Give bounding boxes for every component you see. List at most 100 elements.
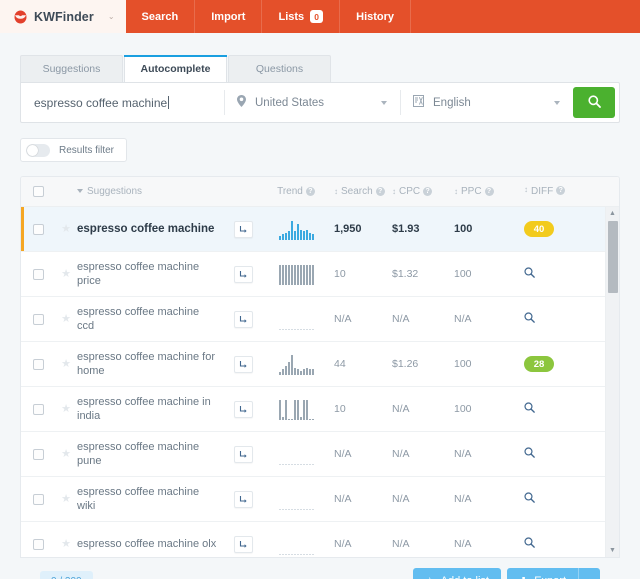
help-icon[interactable]: ?: [556, 186, 566, 195]
help-icon[interactable]: ?: [423, 186, 433, 196]
row-favorite-cell[interactable]: ★: [55, 448, 77, 460]
row-checkbox[interactable]: [32, 313, 44, 325]
row-select-cell[interactable]: [21, 538, 55, 550]
row-checkbox[interactable]: [32, 538, 44, 550]
open-keyword-cell[interactable]: [224, 490, 262, 508]
brand-home-link[interactable]: KWFinder ⌄: [0, 0, 126, 33]
open-keyword-button[interactable]: [233, 400, 253, 418]
tab-questions[interactable]: Questions: [228, 55, 331, 82]
row-favorite-cell[interactable]: ★: [55, 358, 77, 370]
scroll-up-arrow-icon[interactable]: ▲: [606, 207, 619, 220]
table-row[interactable]: ★ espresso coffee machine in india 10 N/A 10…: [21, 387, 619, 432]
analyze-keyword-icon[interactable]: [524, 447, 535, 461]
open-keyword-button[interactable]: [233, 355, 253, 373]
star-icon[interactable]: ★: [61, 538, 71, 550]
difficulty-cell[interactable]: [516, 537, 619, 551]
row-checkbox[interactable]: [32, 268, 44, 280]
column-header-diff[interactable]: ↕ DIFF?: [516, 186, 619, 197]
open-keyword-button[interactable]: [233, 445, 253, 463]
select-all-cell[interactable]: [21, 186, 55, 197]
nav-item-lists[interactable]: Lists 0: [262, 0, 341, 33]
difficulty-cell[interactable]: [516, 312, 619, 326]
column-header-suggestions[interactable]: Suggestions: [77, 186, 224, 197]
scroll-down-arrow-icon[interactable]: ▼: [606, 544, 619, 557]
open-keyword-cell[interactable]: [224, 400, 262, 418]
star-icon[interactable]: ★: [61, 223, 71, 235]
row-select-cell[interactable]: [21, 448, 55, 460]
open-keyword-cell[interactable]: [224, 355, 262, 373]
export-button[interactable]: ⬇ Export: [506, 568, 578, 579]
scrollbar-thumb[interactable]: [608, 221, 618, 293]
difficulty-cell[interactable]: [516, 267, 619, 281]
open-keyword-cell[interactable]: [224, 535, 262, 553]
table-row[interactable]: ★ espresso coffee machine wiki N/A N/A N/A: [21, 477, 619, 522]
row-select-cell[interactable]: [21, 313, 55, 325]
star-icon[interactable]: ★: [61, 358, 71, 370]
column-header-ppc[interactable]: ↕ PPC?: [454, 186, 516, 197]
row-checkbox[interactable]: [32, 403, 44, 415]
row-favorite-cell[interactable]: ★: [55, 313, 77, 325]
row-favorite-cell[interactable]: ★: [55, 403, 77, 415]
star-icon[interactable]: ★: [61, 313, 71, 325]
star-icon[interactable]: ★: [61, 448, 71, 460]
row-checkbox[interactable]: [32, 358, 44, 370]
table-row[interactable]: ★ espresso coffee machine pune N/A N/A N/A: [21, 432, 619, 477]
difficulty-cell[interactable]: [516, 402, 619, 416]
star-icon[interactable]: ★: [61, 403, 71, 415]
table-scrollbar[interactable]: ▲ ▼: [605, 207, 619, 557]
analyze-keyword-icon[interactable]: [524, 537, 535, 551]
help-icon[interactable]: ?: [375, 186, 385, 196]
open-keyword-cell[interactable]: [224, 445, 262, 463]
open-keyword-button[interactable]: [233, 490, 253, 508]
column-header-cpc[interactable]: ↕ CPC?: [392, 186, 454, 197]
row-select-cell[interactable]: [21, 358, 55, 370]
results-filter-control[interactable]: Results filter: [20, 138, 128, 162]
open-keyword-button[interactable]: [233, 265, 253, 283]
help-icon[interactable]: ?: [305, 187, 315, 196]
difficulty-cell[interactable]: 40: [516, 221, 619, 237]
language-select[interactable]: English: [401, 83, 573, 122]
keyword-input[interactable]: espresso coffee machine: [21, 83, 224, 122]
row-favorite-cell[interactable]: ★: [55, 538, 77, 550]
nav-item-import[interactable]: Import: [195, 0, 263, 33]
tab-suggestions[interactable]: Suggestions: [20, 55, 123, 82]
star-icon[interactable]: ★: [61, 493, 71, 505]
table-row[interactable]: ★ espresso coffee machine 1,950 $1.93 100 40: [21, 207, 619, 252]
tab-autocomplete[interactable]: Autocomplete: [124, 55, 227, 82]
help-icon[interactable]: ?: [484, 186, 494, 196]
difficulty-cell[interactable]: [516, 447, 619, 461]
row-select-cell[interactable]: [21, 223, 55, 235]
open-keyword-cell[interactable]: [224, 265, 262, 283]
select-all-checkbox[interactable]: [32, 186, 44, 197]
row-favorite-cell[interactable]: ★: [55, 223, 77, 235]
row-select-cell[interactable]: [21, 268, 55, 280]
chevron-down-icon[interactable]: ⌄: [94, 12, 115, 21]
star-icon[interactable]: ★: [61, 268, 71, 280]
nav-item-history[interactable]: History: [340, 0, 412, 33]
country-select[interactable]: United States: [225, 83, 400, 122]
open-keyword-button[interactable]: [233, 220, 253, 238]
table-row[interactable]: ★ espresso coffee machine olx N/A N/A N/A: [21, 522, 619, 557]
nav-item-search[interactable]: Search: [126, 0, 196, 33]
row-checkbox[interactable]: [32, 223, 44, 235]
open-keyword-cell[interactable]: [224, 310, 262, 328]
row-checkbox[interactable]: [32, 493, 44, 505]
analyze-keyword-icon[interactable]: [524, 312, 535, 326]
export-dropdown-toggle[interactable]: ▲: [578, 568, 600, 579]
difficulty-cell[interactable]: [516, 492, 619, 506]
open-keyword-cell[interactable]: [224, 220, 262, 238]
row-favorite-cell[interactable]: ★: [55, 268, 77, 280]
row-select-cell[interactable]: [21, 493, 55, 505]
analyze-keyword-icon[interactable]: [524, 402, 535, 416]
row-favorite-cell[interactable]: ★: [55, 493, 77, 505]
results-filter-toggle[interactable]: [26, 143, 50, 157]
search-submit-button[interactable]: [573, 87, 615, 118]
open-keyword-button[interactable]: [233, 310, 253, 328]
table-row[interactable]: ★ espresso coffee machine price 10 $1.32 100: [21, 252, 619, 297]
analyze-keyword-icon[interactable]: [524, 492, 535, 506]
table-row[interactable]: ★ espresso coffee machine ccd N/A N/A N/A: [21, 297, 619, 342]
table-row[interactable]: ★ espresso coffee machine for home 44 $1.26…: [21, 342, 619, 387]
column-header-search[interactable]: ↕ Search?: [330, 186, 392, 197]
difficulty-cell[interactable]: 28: [516, 356, 619, 372]
row-checkbox[interactable]: [32, 448, 44, 460]
